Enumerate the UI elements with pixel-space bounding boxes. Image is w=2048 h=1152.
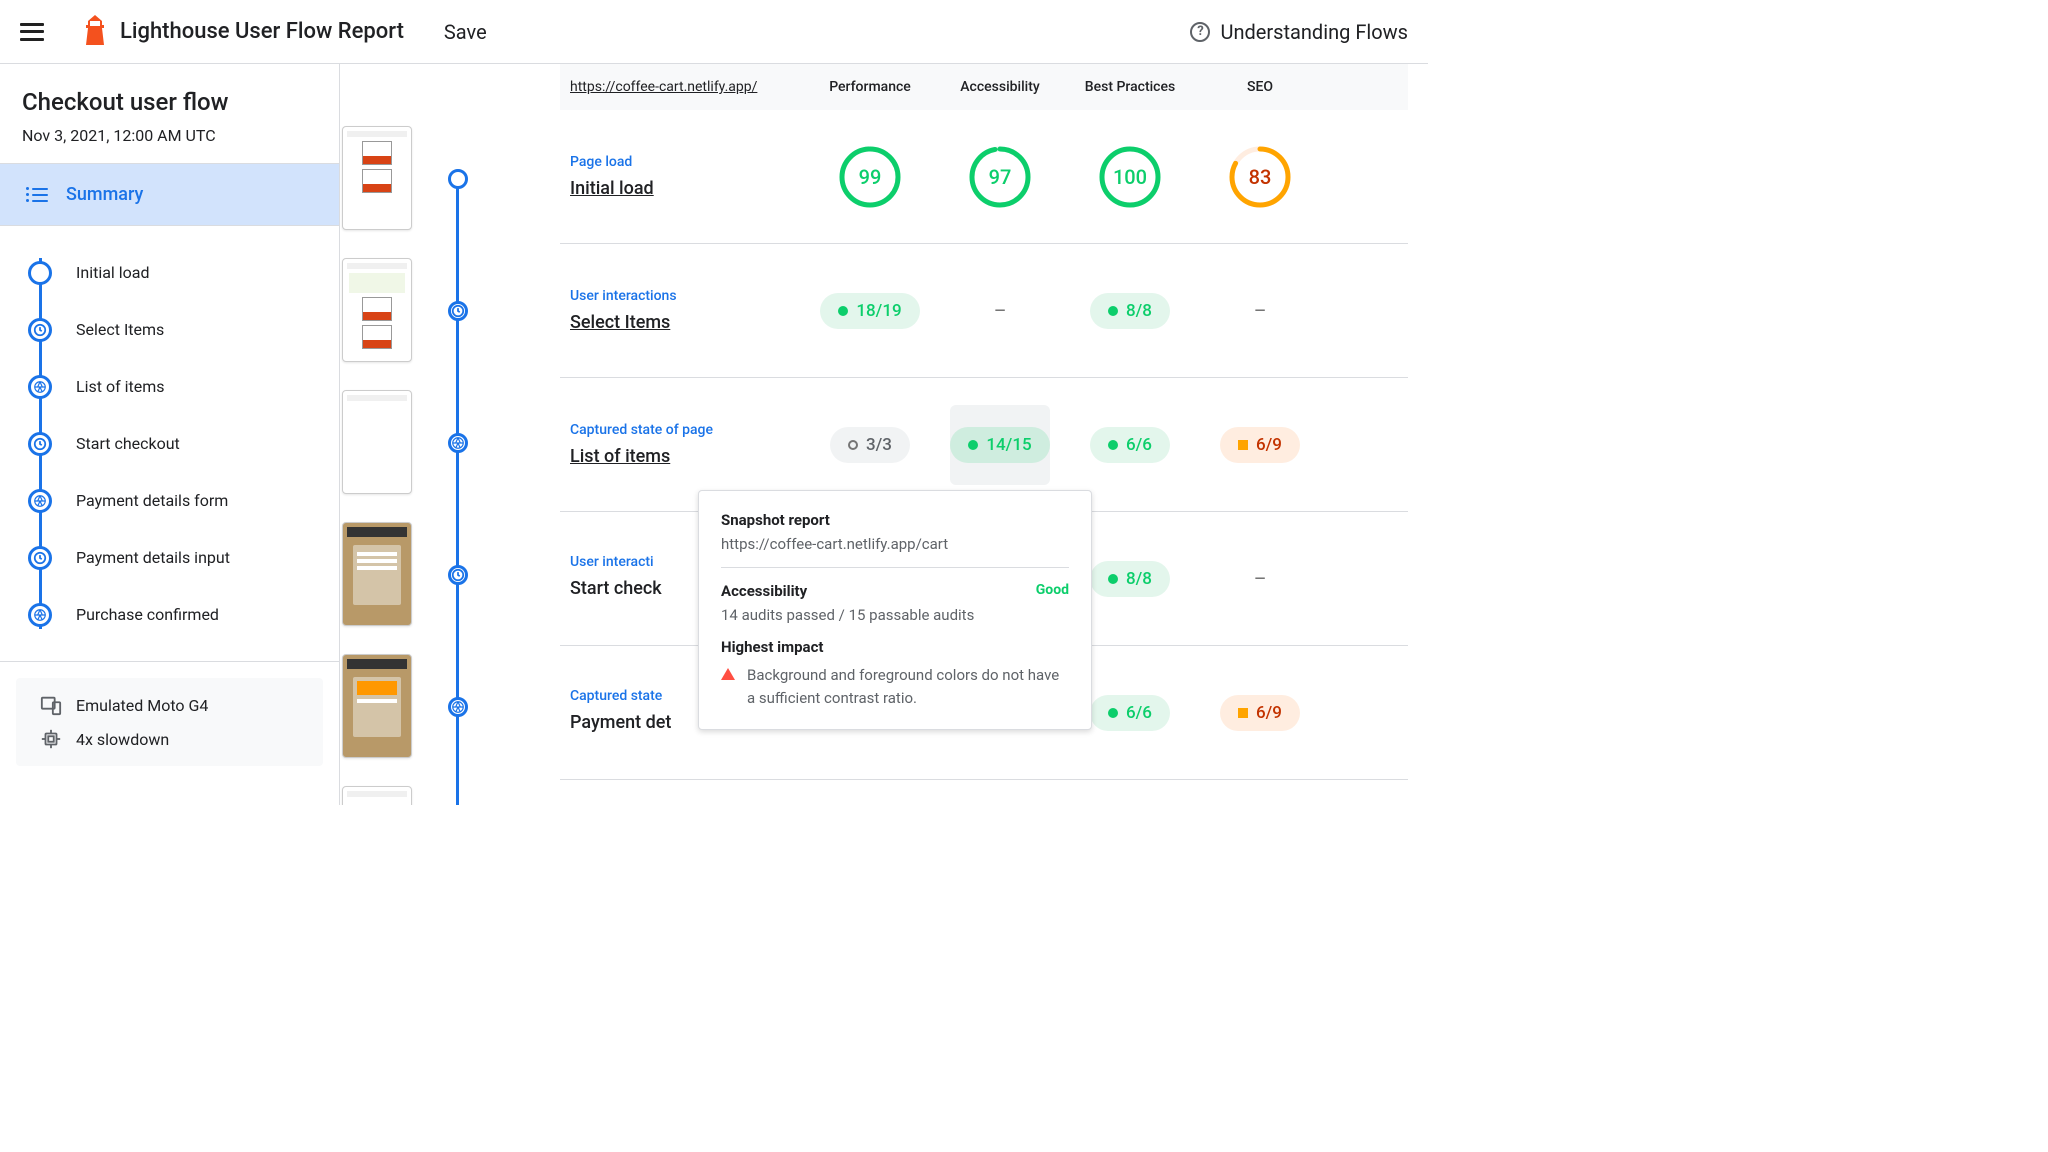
step-name-link[interactable]: Select Items <box>570 312 805 333</box>
thumbnail-4[interactable] <box>340 654 560 758</box>
aperture-icon <box>448 433 468 453</box>
thumbnail-1[interactable] <box>340 258 560 362</box>
environment-panel: Emulated Moto G4 4x slowdown <box>16 678 323 766</box>
help-link[interactable]: ? Understanding Flows <box>1190 20 1408 44</box>
score-pill[interactable]: 3/3 <box>830 427 910 463</box>
clock-icon <box>28 318 52 342</box>
step-type-label: User interactions <box>570 288 805 304</box>
page-title: Lighthouse User Flow Report <box>120 19 404 44</box>
help-link-label: Understanding Flows <box>1220 20 1408 44</box>
score-gauge[interactable]: 100 <box>1098 145 1162 209</box>
popover-title: Snapshot report <box>721 511 1069 529</box>
step-name-link[interactable]: Initial load <box>570 178 805 199</box>
score-pill[interactable]: 6/6 <box>1090 695 1170 731</box>
nav-step-2[interactable]: List of items <box>28 358 339 415</box>
nav-step-4[interactable]: Payment details form <box>28 472 339 529</box>
score-pill[interactable]: 6/6 <box>1090 427 1170 463</box>
table-row: Page load Initial load 99 97 100 83 <box>560 110 1408 244</box>
col-accessibility: Accessibility <box>935 79 1065 95</box>
popover-subtitle: 14 audits passed / 15 passable audits <box>721 606 1069 624</box>
warning-icon <box>721 668 735 680</box>
circle-icon <box>448 169 468 189</box>
table-row: User interactions Select Items 18/19 — 8/8… <box>560 244 1408 378</box>
popover-url: https://coffee-cart.netlify.app/cart <box>721 535 1069 553</box>
score-pill[interactable]: 8/8 <box>1090 561 1170 597</box>
nav-summary[interactable]: Summary <box>0 164 339 225</box>
help-icon: ? <box>1190 22 1210 42</box>
list-icon <box>26 187 48 202</box>
not-applicable: — <box>1255 571 1266 587</box>
score-pill[interactable]: 6/9 <box>1220 695 1300 731</box>
score-pill[interactable]: 8/8 <box>1090 293 1170 329</box>
flow-title: Checkout user flow <box>22 88 317 116</box>
flow-date: Nov 3, 2021, 12:00 AM UTC <box>22 126 317 145</box>
popover-category: Accessibility <box>721 582 807 600</box>
score-gauge[interactable]: 97 <box>968 145 1032 209</box>
clock-icon <box>28 546 52 570</box>
aperture-icon <box>28 375 52 399</box>
score-gauge[interactable]: 83 <box>1228 145 1292 209</box>
sidebar: Checkout user flow Nov 3, 2021, 12:00 AM… <box>0 64 340 805</box>
cpu-icon <box>40 728 62 750</box>
step-type-label: Page load <box>570 154 805 170</box>
nav-step-1[interactable]: Select Items <box>28 301 339 358</box>
step-nav: Initial loadSelect ItemsList of itemsSta… <box>0 226 339 661</box>
device-icon <box>40 694 62 716</box>
score-pill[interactable]: 14/15 <box>950 427 1049 463</box>
not-applicable: — <box>1255 303 1266 319</box>
circle-icon <box>28 261 52 285</box>
popover-impact-title: Highest impact <box>721 638 1069 656</box>
score-pill[interactable]: 6/9 <box>1220 427 1300 463</box>
tooltip-popover: Snapshot report https://coffee-cart.netl… <box>698 490 1092 730</box>
lighthouse-icon <box>84 15 106 49</box>
aperture-icon <box>28 603 52 627</box>
score-gauge[interactable]: 99 <box>838 145 902 209</box>
timeline-thumbnails <box>340 64 560 805</box>
clock-icon <box>28 432 52 456</box>
aperture-icon <box>448 697 468 717</box>
aperture-icon <box>28 489 52 513</box>
env-device: Emulated Moto G4 <box>76 696 208 715</box>
top-bar: Lighthouse User Flow Report Save ? Under… <box>0 0 1428 64</box>
nav-step-3[interactable]: Start checkout <box>28 415 339 472</box>
step-name-link[interactable]: List of items <box>570 446 805 467</box>
thumbnail-2[interactable] <box>340 390 560 494</box>
not-applicable: — <box>995 303 1006 319</box>
nav-step-0[interactable]: Initial load <box>28 244 339 301</box>
nav-step-6[interactable]: Purchase confirmed <box>28 586 339 643</box>
popover-impact-text: Background and foreground colors do not … <box>747 664 1069 709</box>
clock-icon <box>448 301 468 321</box>
menu-icon[interactable] <box>20 23 44 41</box>
col-performance: Performance <box>805 79 935 95</box>
nav-step-5[interactable]: Payment details input <box>28 529 339 586</box>
popover-status: Good <box>1036 582 1069 600</box>
col-seo: SEO <box>1195 79 1325 95</box>
report-url[interactable]: https://coffee-cart.netlify.app/ <box>570 79 757 95</box>
step-type-label: Captured state of page <box>570 422 805 438</box>
col-best-practices: Best Practices <box>1065 79 1195 95</box>
save-link[interactable]: Save <box>444 20 487 44</box>
env-throttle: 4x slowdown <box>76 730 169 749</box>
score-pill[interactable]: 18/19 <box>820 293 919 329</box>
clock-icon <box>448 565 468 585</box>
thumbnail-0[interactable] <box>340 126 560 230</box>
thumbnail-5[interactable] <box>340 786 560 805</box>
thumbnail-3[interactable] <box>340 522 560 626</box>
